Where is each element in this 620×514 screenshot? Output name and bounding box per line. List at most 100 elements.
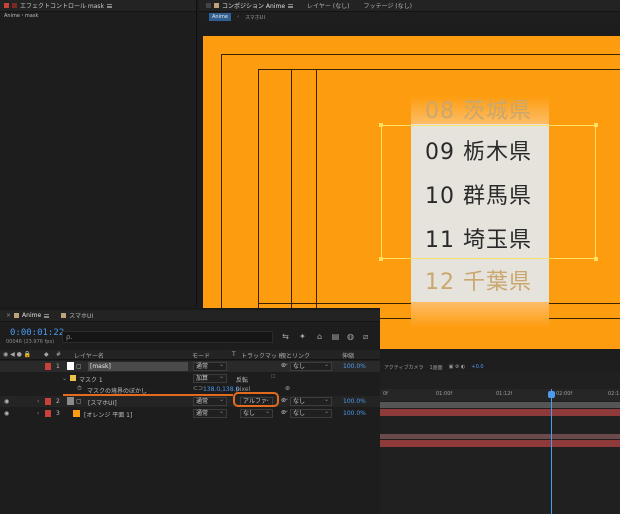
layer-bar-smartphone-ui[interactable]: [380, 434, 620, 439]
layer-bar-mask[interactable]: [380, 409, 620, 416]
stretch-value[interactable]: 100.0%: [343, 398, 366, 405]
tab-footage[interactable]: フッテージ (なし): [356, 0, 418, 12]
composition-mini-flowchart-icon[interactable]: ⇆: [281, 332, 290, 341]
parent-dropdown[interactable]: なし: [290, 408, 332, 418]
playhead-handle[interactable]: [548, 391, 555, 398]
highlight-underline: [63, 394, 233, 396]
layer-bar-orange-solid[interactable]: [380, 440, 620, 447]
composition-icon: [206, 3, 211, 8]
expression-pickwhip-icon[interactable]: ⊛: [285, 385, 290, 392]
ruler-tick-label: 01:00f: [436, 391, 453, 397]
column-stretch[interactable]: 伸縮: [342, 351, 354, 360]
constrain-proportions-icon[interactable]: ⊂⊃: [193, 385, 203, 392]
layer-row-orange-solid[interactable]: ◉ › 3 [オレンジ 平面 1] 通常 なし ⊛ なし 100.0%: [0, 407, 380, 419]
tab-composition-label: コンポジション Anime: [222, 3, 286, 10]
panel-menu-icon[interactable]: [44, 313, 50, 318]
trackmatte-dropdown[interactable]: なし: [240, 408, 273, 418]
chevron-right-icon[interactable]: ›: [37, 398, 39, 405]
column-parent[interactable]: 親とリンク: [280, 351, 310, 360]
close-icon[interactable]: ×: [6, 312, 11, 319]
ruler-tick-label: 02:00f: [556, 391, 573, 397]
time-ruler[interactable]: 0f 01:00f 01:12f 02:00f 02:1: [380, 389, 620, 401]
effects-tab-label[interactable]: エフェクトコントロール mask: [20, 1, 104, 10]
playhead-line[interactable]: [551, 389, 552, 514]
stopwatch-icon[interactable]: ⏱: [77, 385, 82, 393]
composition-color-icon: [214, 3, 219, 8]
mode-dropdown[interactable]: 通常: [193, 361, 227, 371]
transform-handle[interactable]: [594, 123, 598, 127]
layer-name[interactable]: [オレンジ 平面 1]: [84, 410, 132, 419]
motion-blur-icon[interactable]: ◍: [346, 332, 355, 341]
transform-handle[interactable]: [594, 257, 598, 261]
mode-dropdown[interactable]: 通常: [193, 408, 227, 418]
effects-control-panel: エフェクトコントロール mask Anime・mask: [0, 0, 197, 306]
frame-blending-icon[interactable]: ▤: [331, 332, 340, 341]
visibility-eye-icon[interactable]: ◉: [4, 410, 9, 417]
tab-composition[interactable]: コンポジション Anime: [199, 0, 300, 12]
mask-name[interactable]: マスク 1: [79, 375, 103, 384]
layer-search-input[interactable]: ρ.: [62, 331, 273, 343]
trackmatte-highlight: [233, 392, 279, 407]
viewer-settings-icon[interactable]: ▣ ⚙ ◐: [449, 364, 466, 370]
mode-dropdown[interactable]: 通常: [193, 396, 227, 406]
tab-smartphone-ui[interactable]: スマホUI: [55, 310, 99, 322]
parent-dropdown[interactable]: なし: [290, 361, 332, 371]
label-color-swatch[interactable]: [45, 363, 51, 370]
exposure-value[interactable]: +0.0: [471, 364, 483, 370]
av-switches-icon: ◉ ◀ ● 🔒: [3, 351, 32, 358]
list-item: 12 千葉県: [425, 270, 532, 295]
selection-bounding-box[interactable]: [379, 123, 598, 261]
current-time-display[interactable]: 0:00:01:22: [10, 328, 64, 338]
transform-handle[interactable]: [379, 123, 383, 127]
visibility-eye-icon[interactable]: ◉: [4, 398, 9, 405]
shy-layers-icon[interactable]: ⌂: [315, 332, 324, 341]
views-dropdown[interactable]: 1画面: [429, 364, 442, 371]
viewer-toolbar: アクティブカメラ 1画面 ▣ ⚙ ◐ +0.0: [380, 362, 620, 372]
label-color-swatch[interactable]: [45, 410, 51, 417]
guide-line: [258, 69, 620, 70]
work-area-bar[interactable]: [380, 402, 620, 408]
layer-name[interactable]: [スマホUI]: [88, 398, 117, 407]
transform-handle[interactable]: [379, 257, 383, 261]
draft-3d-icon[interactable]: ✦: [298, 332, 307, 341]
label-column-icon: ◆: [44, 351, 49, 358]
chevron-right-icon[interactable]: ›: [37, 410, 39, 417]
mask-color-swatch[interactable]: [70, 375, 76, 381]
composition-tabs: コンポジション Anime レイヤー (なし) フッテージ (なし): [199, 0, 620, 12]
guide-line: [316, 69, 317, 349]
stretch-value[interactable]: 100.0%: [343, 363, 366, 370]
list-item: 08 茨城県: [425, 99, 532, 124]
column-layer-name[interactable]: レイヤー名: [74, 351, 104, 360]
stretch-value[interactable]: 100.0%: [343, 410, 366, 417]
mask-mode-dropdown[interactable]: 加算: [193, 373, 227, 383]
camera-dropdown[interactable]: アクティブカメラ: [384, 364, 423, 371]
graph-editor-icon[interactable]: ⧄: [361, 332, 370, 341]
layer-name[interactable]: [mask]: [88, 362, 188, 371]
mask-feather-value[interactable]: 138.0,138.0: [203, 386, 239, 393]
panel-menu-icon[interactable]: [288, 3, 294, 8]
timeline-graph[interactable]: 0f 01:00f 01:12f 02:00f 02:1: [380, 372, 620, 514]
parent-dropdown[interactable]: なし: [290, 396, 332, 406]
column-mode[interactable]: モード: [192, 351, 210, 360]
breadcrumb-smartphone-ui[interactable]: スマホUI: [245, 14, 265, 21]
layer-row-mask[interactable]: 1 ▢ [mask] 通常 ⊛ なし 100.0%: [0, 360, 380, 372]
breadcrumb-anime[interactable]: Anime: [209, 13, 231, 21]
label-color-swatch[interactable]: [45, 398, 51, 405]
mask-row[interactable]: ⌄ マスク 1 加算 反転 ☐: [0, 373, 380, 384]
chevron-down-icon[interactable]: ⌄: [62, 375, 67, 382]
tab-smartphone-ui-label: スマホUI: [69, 313, 94, 320]
composition-canvas[interactable]: 08 茨城県 09 栃木県 10 群馬県 11 埼玉県 12 千葉県: [203, 36, 620, 349]
tab-layer[interactable]: レイヤー (なし): [300, 0, 356, 12]
panel-menu-icon[interactable]: [107, 3, 113, 8]
guide-line: [221, 54, 222, 349]
precomp-icon: [67, 397, 74, 405]
column-num: #: [56, 351, 62, 358]
tab-anime-label: Anime: [22, 312, 42, 319]
invert-checkbox[interactable]: ☐: [271, 374, 275, 380]
column-trackmatte[interactable]: トラックマット: [241, 351, 283, 360]
composition-color-icon: [14, 313, 20, 318]
close-icon[interactable]: [4, 3, 9, 8]
tab-anime[interactable]: × Anime: [0, 310, 55, 322]
lock-icon[interactable]: [12, 3, 17, 8]
layer-row-smartphone-ui[interactable]: ◉ › 2 ▢ [スマホUI] 通常 アルファ ⊛ なし 100.0%: [0, 395, 380, 407]
